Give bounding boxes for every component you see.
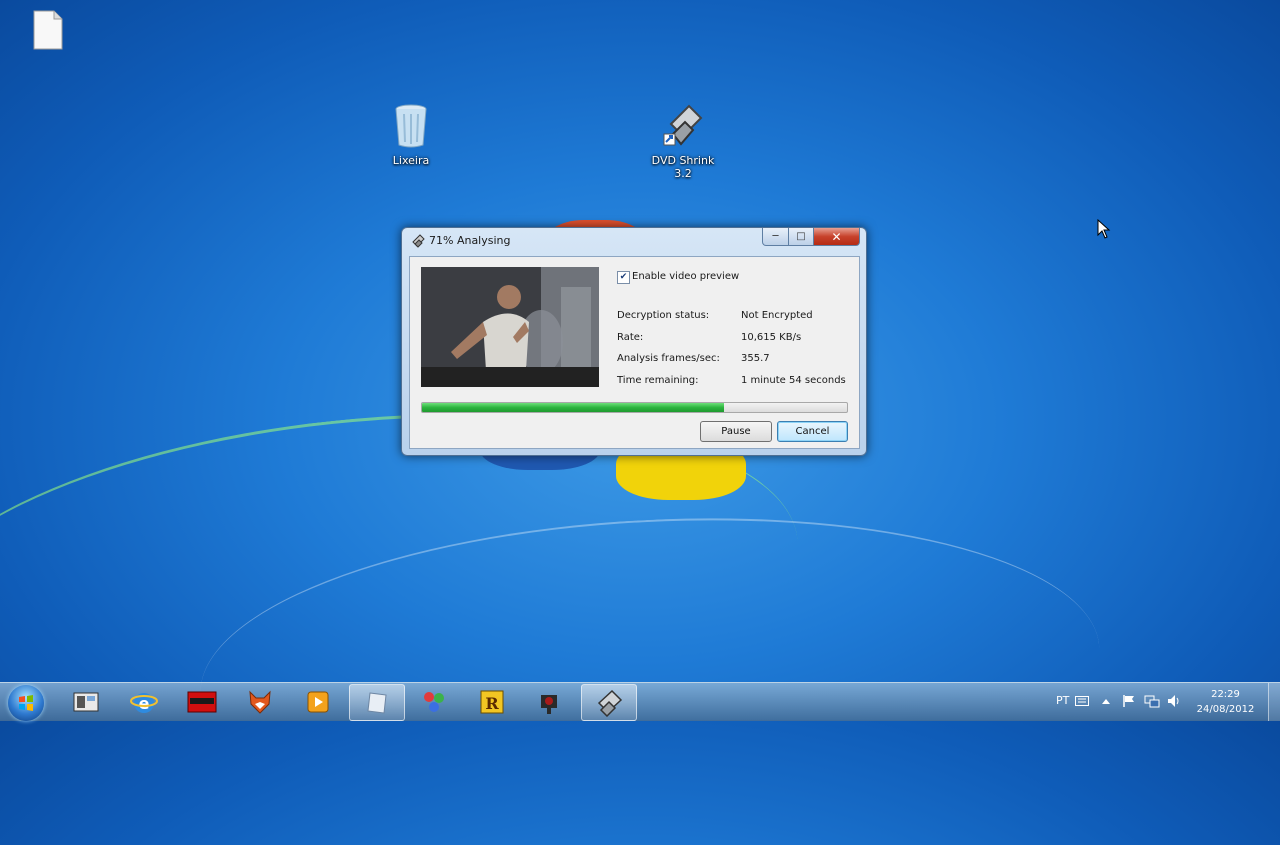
progress-fill xyxy=(422,403,724,412)
dvd-shrink-icon xyxy=(597,689,623,717)
desktop-dvd-shrink[interactable]: DVD Shrink 3.2 xyxy=(643,104,723,180)
paint-icon xyxy=(424,691,444,712)
red-app-icon xyxy=(187,691,217,712)
taskbar-paint[interactable] xyxy=(407,684,461,719)
show-desktop-button[interactable] xyxy=(1268,683,1280,721)
frames-per-sec-value: 355.7 xyxy=(741,353,770,364)
internet-explorer-icon: e xyxy=(130,692,158,713)
desktop-recycle-bin[interactable]: Lixeira xyxy=(371,104,451,167)
enable-preview-checkbox[interactable]: ✔ xyxy=(617,271,630,284)
minimize-button[interactable]: ─ xyxy=(762,228,789,246)
svg-text:R: R xyxy=(485,694,499,713)
desktop-file-icon[interactable] xyxy=(8,10,88,56)
time-remaining-value: 1 minute 54 seconds xyxy=(741,375,846,386)
maximize-icon: □ xyxy=(796,231,806,242)
media-player-icon xyxy=(307,691,329,712)
title-bar[interactable]: 71% Analysing ─ □ ✕ xyxy=(402,228,866,255)
taskbar-red-app[interactable] xyxy=(175,684,229,719)
taskbar-fox-app[interactable] xyxy=(233,684,287,719)
enable-preview-label: Enable video preview xyxy=(632,271,740,282)
action-center-flag-icon[interactable] xyxy=(1122,694,1136,708)
video-frame-image xyxy=(421,267,599,387)
start-button[interactable] xyxy=(8,685,44,721)
minimize-icon: ─ xyxy=(772,231,779,242)
taskbar-internet-explorer[interactable]: e xyxy=(117,684,171,719)
show-hidden-icons-icon[interactable] xyxy=(1101,697,1111,705)
dialog-title: 71% Analysing xyxy=(429,234,511,247)
decryption-status-label: Decryption status: xyxy=(617,310,710,321)
keyboard-icon[interactable] xyxy=(1075,696,1089,706)
dvd-shrink-icon xyxy=(663,104,703,146)
recycle-bin-icon xyxy=(395,104,427,148)
desktop-icon-label: Lixeira xyxy=(392,154,430,167)
checkmark-icon: ✔ xyxy=(619,272,628,282)
system-clock[interactable]: 22:29 24/08/2012 xyxy=(1188,687,1263,717)
taskbar-media-player[interactable] xyxy=(291,684,345,719)
analysing-dialog: 71% Analysing ─ □ ✕ ✔ Enable video previ… xyxy=(401,227,867,456)
analysis-progress-bar xyxy=(421,402,848,413)
network-icon[interactable] xyxy=(1144,694,1160,708)
file-icon xyxy=(33,10,63,50)
frames-per-sec-label: Analysis frames/sec: xyxy=(617,353,720,364)
notepad-icon xyxy=(367,691,387,714)
camera-app-icon xyxy=(541,694,557,714)
taskbar-r-app[interactable]: R xyxy=(465,684,519,719)
rate-value: 10,615 KB/s xyxy=(741,332,802,343)
maximize-button[interactable]: □ xyxy=(789,228,814,246)
r-app-icon: R xyxy=(480,690,504,713)
dialog-client: ✔ Enable video preview Decryption status… xyxy=(409,256,860,449)
taskbar-camera-app[interactable] xyxy=(523,684,577,719)
language-indicator[interactable]: PT xyxy=(1056,694,1069,707)
mouse-cursor-icon xyxy=(1097,219,1111,239)
time-remaining-label: Time remaining: xyxy=(617,375,699,386)
video-preview xyxy=(421,267,599,387)
explorer-icon xyxy=(73,692,99,711)
wallpaper-streak xyxy=(192,496,1108,845)
cancel-button[interactable]: Cancel xyxy=(777,421,848,442)
windows-logo-icon xyxy=(19,695,33,711)
taskbar-notepad[interactable] xyxy=(349,684,405,721)
dvd-shrink-icon xyxy=(412,234,425,248)
rate-label: Rate: xyxy=(617,332,644,343)
taskbar-dvd-shrink[interactable] xyxy=(581,684,637,721)
close-button[interactable]: ✕ xyxy=(814,228,860,246)
desktop-icon-label: DVD Shrink 3.2 xyxy=(651,154,715,180)
decryption-status-value: Not Encrypted xyxy=(741,310,813,321)
clock-date: 24/08/2012 xyxy=(1196,704,1255,715)
clock-time: 22:29 xyxy=(1211,689,1240,700)
volume-icon[interactable] xyxy=(1167,694,1181,708)
taskbar: e R PT 22:29 24/08/2012 xyxy=(0,682,1280,721)
fox-app-icon xyxy=(249,690,271,714)
taskbar-explorer[interactable] xyxy=(59,684,113,719)
pause-button[interactable]: Pause xyxy=(700,421,772,442)
close-icon: ✕ xyxy=(831,229,842,244)
